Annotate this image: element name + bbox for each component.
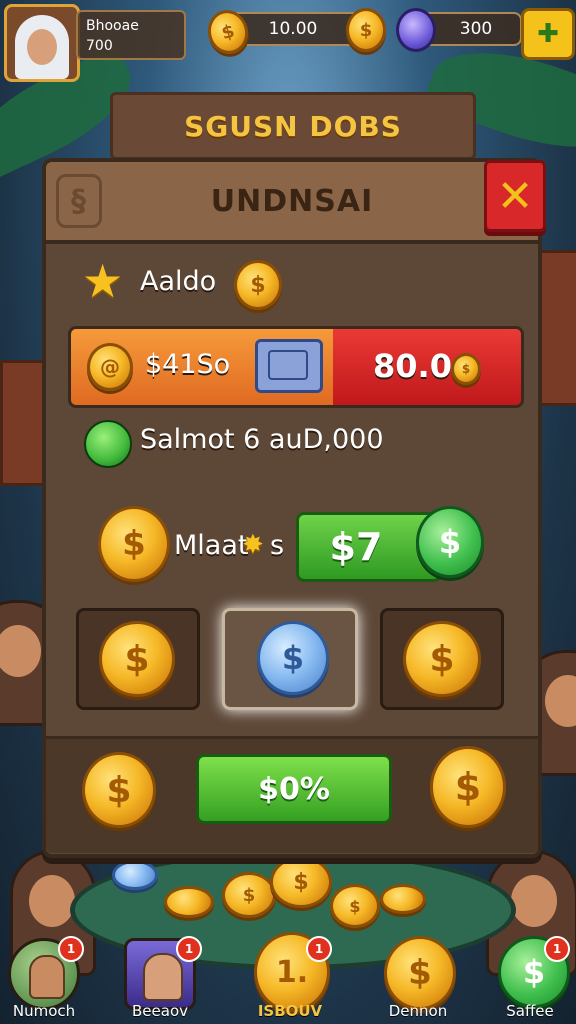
offer-right-value: 80.0 [373,347,452,385]
player-avatar[interactable] [4,4,80,82]
shop-banner: SGUSN DOBS [110,92,476,160]
offer-left-value: $41So [145,349,231,380]
banner-title: SGUSN DOBS [184,109,402,143]
buy-label: $0% [258,771,330,807]
nav-dennon[interactable]: $ [384,936,456,1010]
buy-button[interactable]: $0% [196,754,392,824]
balance-label: Aaldo [140,266,217,297]
player-score: 700 [86,38,113,54]
sparkle-icon: ✸ [242,530,264,560]
status-dot-icon [84,420,132,468]
balance-coin-icon: $ [234,260,282,310]
nav-label: ISBOUV [257,1002,323,1020]
plus-star-icon[interactable]: ✚ [521,8,575,60]
table-coin-icon [164,886,214,918]
nav-label: Saffee [506,1002,554,1020]
nav-label: Dennon [388,1002,448,1020]
building [536,250,576,406]
gem-icon [396,8,436,52]
modal-title: UNDNSAI [210,183,374,219]
table-coin-icon: $ [330,884,380,928]
swirl-coin-icon: @ [87,343,133,391]
nav-badge: 1 [58,936,84,962]
offer-bar[interactable]: @ $41So 80.0 $ [68,326,524,408]
close-button[interactable]: ✕ [484,160,546,232]
offer-right[interactable]: 80.0 $ [333,329,521,405]
table-coin-icon [112,860,158,890]
multiplier-suffix: s [270,530,285,561]
close-icon: ✕ [496,170,534,222]
gold-coin-icon: $ [403,621,481,697]
hero-portrait-icon [143,953,183,1001]
coin-option-blue[interactable]: $ [222,608,358,710]
ticket-icon [255,339,323,393]
coin-count: 10.00 [268,19,318,39]
nav-badge: 1 [306,936,332,962]
footer-coin-icon: $ [430,746,506,828]
nav-label: Beeaov [132,1002,188,1020]
nav-badge: 1 [176,936,202,962]
building [0,360,46,486]
offer-left[interactable]: @ $41So [71,329,333,405]
blue-coin-icon: $ [257,621,329,695]
player-name: Bhooae [86,18,139,34]
price-value: $7 [329,525,383,569]
reward-text: Salmot 6 auD,000 [140,424,384,455]
shop-modal: § UNDNSAI ✕ ★ Aaldo $ @ $41So 80.0 $ Sal… [42,158,546,858]
footer-coin-icon: $ [82,752,156,828]
coin-option-gold[interactable]: $ [76,608,200,710]
coin-add-icon[interactable]: $ [346,8,386,52]
multiplier-coin-icon: $ [98,506,170,582]
multiplier-label: Mlaat [174,530,249,561]
gem-count: 300 [459,19,493,39]
coin-option-gold-2[interactable]: $ [380,608,504,710]
offer-coin-icon: $ [451,353,481,385]
table-coin-icon: $ [222,872,276,918]
green-dollar-icon: $ [416,506,484,578]
star-icon: ★ [82,254,124,308]
table-coin-icon: $ [270,856,332,908]
nav-label: Numoch [12,1002,76,1020]
scroll-icon: § [56,174,102,228]
table-coin-icon [380,884,426,914]
nav-badge: 1 [544,936,570,962]
modal-header: § UNDNSAI [46,162,538,244]
coin-icon-text: 1. [275,954,309,990]
character-icon [29,955,65,999]
gold-coin-icon: $ [99,621,175,697]
player-info: Bhooae 700 [76,10,186,60]
